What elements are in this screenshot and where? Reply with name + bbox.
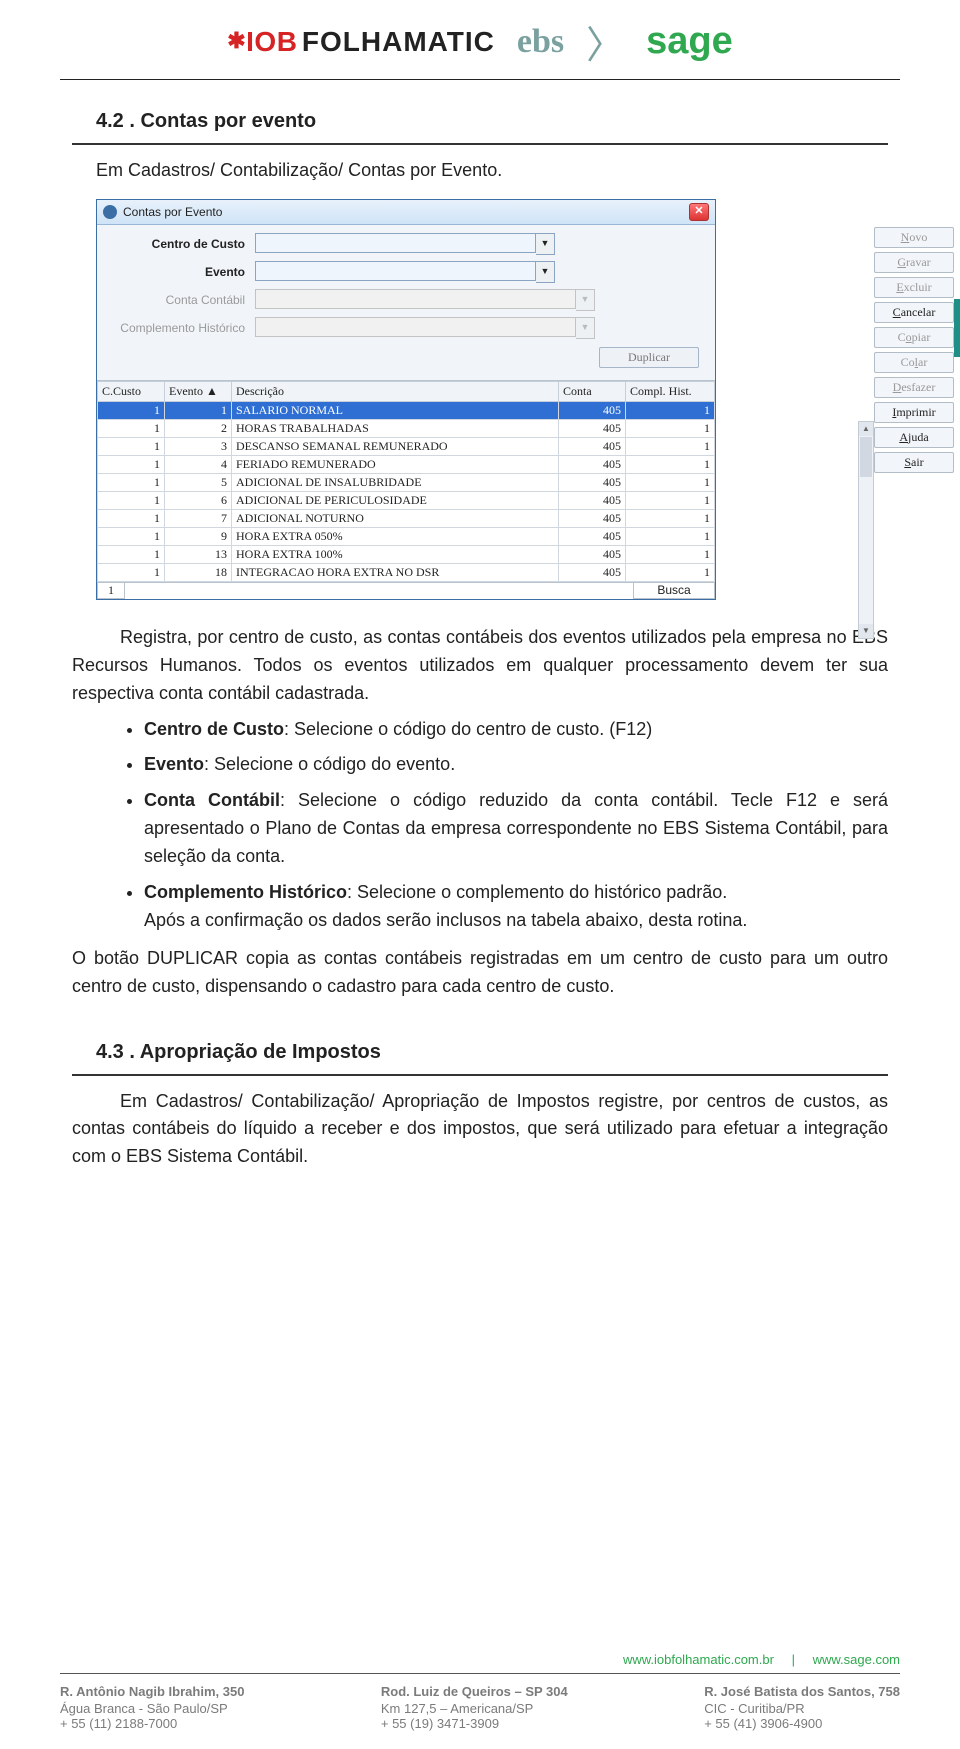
- bullet-list: Centro de Custo: Selecione o código do c…: [144, 716, 888, 935]
- app-screenshot: Contas por Evento ✕ Centro de Custo ▼ Eve…: [96, 199, 864, 600]
- list-item: Evento: Selecione o código do evento.: [144, 751, 888, 779]
- table-row[interactable]: 13DESCANSO SEMANAL REMUNERADO4051: [98, 437, 715, 455]
- novo-button[interactable]: Novo: [874, 227, 954, 248]
- col-conta[interactable]: Conta: [559, 381, 626, 401]
- section-4-3-para: Em Cadastros/ Contabilização/ Apropriaçã…: [72, 1088, 888, 1172]
- table-row[interactable]: 118INTEGRACAO HORA EXTRA NO DSR4051: [98, 563, 715, 581]
- copiar-button[interactable]: Copiar: [874, 327, 954, 348]
- para-registra: Registra, por centro de custo, as contas…: [72, 624, 888, 708]
- titlebar: Contas por Evento ✕: [97, 200, 715, 225]
- logo-sage: sage: [646, 20, 733, 63]
- sair-button[interactable]: Sair: [874, 452, 954, 473]
- window-title: Contas por Evento: [123, 205, 222, 219]
- logo-iob: ✱IOB FOLHAMATIC: [227, 26, 495, 58]
- label-conta: Conta Contábil: [105, 293, 255, 307]
- menu-tab[interactable]: MENU: [954, 299, 960, 357]
- imprimir-button[interactable]: Imprimir: [874, 402, 954, 423]
- page-tab-1[interactable]: 1: [97, 583, 125, 599]
- footer-sep: |: [792, 1652, 795, 1667]
- gravar-button[interactable]: Gravar: [874, 252, 954, 273]
- scroll-down-icon[interactable]: ▼: [859, 624, 873, 638]
- dropdown-icon: ▼: [576, 289, 595, 311]
- footer-links: www.iobfolhamatic.com.br | www.sage.com: [0, 1652, 960, 1673]
- grid: C.Custo Evento ▲ Descrição Conta Compl. …: [97, 380, 715, 599]
- list-item: Centro de Custo: Selecione o código do c…: [144, 716, 888, 744]
- table-row[interactable]: 12HORAS TRABALHADAS4051: [98, 419, 715, 437]
- section-rule: [72, 1074, 888, 1076]
- side-panel: Novo Gravar Excluir Cancelar Copiar Cola…: [874, 227, 954, 477]
- table-row[interactable]: 15ADICIONAL DE INSALUBRIDADE4051: [98, 473, 715, 491]
- table-row[interactable]: 16ADICIONAL DE PERICULOSIDADE4051: [98, 491, 715, 509]
- table-row[interactable]: 19HORA EXTRA 050%4051: [98, 527, 715, 545]
- dropdown-icon[interactable]: ▼: [536, 261, 555, 283]
- scroll-up-icon[interactable]: ▲: [859, 422, 873, 436]
- scroll-thumb[interactable]: [860, 437, 872, 477]
- label-evento: Evento: [105, 265, 255, 279]
- footer-link-sage[interactable]: www.sage.com: [813, 1652, 900, 1667]
- table-row[interactable]: 14FERIADO REMUNERADO4051: [98, 455, 715, 473]
- label-compl: Complemento Histórico: [105, 321, 255, 335]
- col-evento[interactable]: Evento ▲: [165, 381, 232, 401]
- conta-input: [255, 289, 576, 309]
- table-row[interactable]: 17ADICIONAL NOTURNO4051: [98, 509, 715, 527]
- footer: www.iobfolhamatic.com.br | www.sage.com …: [0, 1652, 960, 1749]
- col-ccusto[interactable]: C.Custo: [98, 381, 165, 401]
- section-4-3-heading: 4.3 . Apropriação de Impostos: [96, 1037, 888, 1068]
- close-button[interactable]: ✕: [689, 203, 709, 221]
- excluir-button[interactable]: Excluir: [874, 277, 954, 298]
- dropdown-icon: ▼: [576, 317, 595, 339]
- list-item: Conta Contábil: Selecione o código reduz…: [144, 787, 888, 871]
- colar-button[interactable]: Colar: [874, 352, 954, 373]
- content: 4.2 . Contas por evento Em Cadastros/ Co…: [0, 106, 960, 1171]
- scrollbar[interactable]: ▲ ▼: [858, 421, 874, 639]
- duplicar-button[interactable]: Duplicar: [599, 347, 699, 368]
- section-rule: [72, 143, 888, 145]
- label-centro: Centro de Custo: [105, 237, 255, 251]
- centro-input[interactable]: [255, 233, 536, 253]
- logo-ebs: ebs: [517, 23, 564, 61]
- footer-rule: [60, 1673, 900, 1674]
- table-row[interactable]: 113HORA EXTRA 100%4051: [98, 545, 715, 563]
- app-icon: [103, 205, 117, 219]
- para-duplicar: O botão DUPLICAR copia as contas contábe…: [72, 945, 888, 1001]
- dropdown-icon[interactable]: ▼: [536, 233, 555, 255]
- header-rule: [60, 79, 900, 80]
- cancelar-button[interactable]: Cancelar: [874, 302, 954, 323]
- section-4-2-path: Em Cadastros/ Contabilização/ Contas por…: [96, 157, 888, 185]
- footer-col-3: R. José Batista dos Santos, 758CIC - Cur…: [704, 1684, 900, 1731]
- footer-col-2: Rod. Luiz de Queiros – SP 304Km 127,5 – …: [381, 1684, 568, 1731]
- page: ✱IOB FOLHAMATIC ebs 〉 sage 4.2 . Contas …: [0, 0, 960, 1749]
- evento-input[interactable]: [255, 261, 536, 281]
- angle-icon: 〉: [586, 14, 624, 69]
- form-area: Centro de Custo ▼ Evento ▼ Conta Contábil ▼…: [97, 225, 715, 380]
- app-window: Contas por Evento ✕ Centro de Custo ▼ Eve…: [96, 199, 716, 600]
- list-item: Complemento Histórico: Selecione o compl…: [144, 879, 888, 935]
- footer-columns: R. Antônio Nagib Ibrahim, 350Água Branca…: [0, 1684, 960, 1749]
- table-row[interactable]: 11SALARIO NORMAL4051: [98, 401, 715, 419]
- sort-asc-icon: ▲: [206, 384, 218, 398]
- footer-col-1: R. Antônio Nagib Ibrahim, 350Água Branca…: [60, 1684, 244, 1731]
- col-compl[interactable]: Compl. Hist.: [626, 381, 715, 401]
- footer-link-iob[interactable]: www.iobfolhamatic.com.br: [623, 1652, 774, 1667]
- header-logos: ✱IOB FOLHAMATIC ebs 〉 sage: [0, 0, 960, 79]
- desfazer-button[interactable]: Desfazer: [874, 377, 954, 398]
- busca-button[interactable]: Busca: [633, 583, 715, 599]
- section-4-2-heading: 4.2 . Contas por evento: [96, 106, 888, 137]
- ajuda-button[interactable]: Ajuda: [874, 427, 954, 448]
- col-desc[interactable]: Descrição: [232, 381, 559, 401]
- compl-input: [255, 317, 576, 337]
